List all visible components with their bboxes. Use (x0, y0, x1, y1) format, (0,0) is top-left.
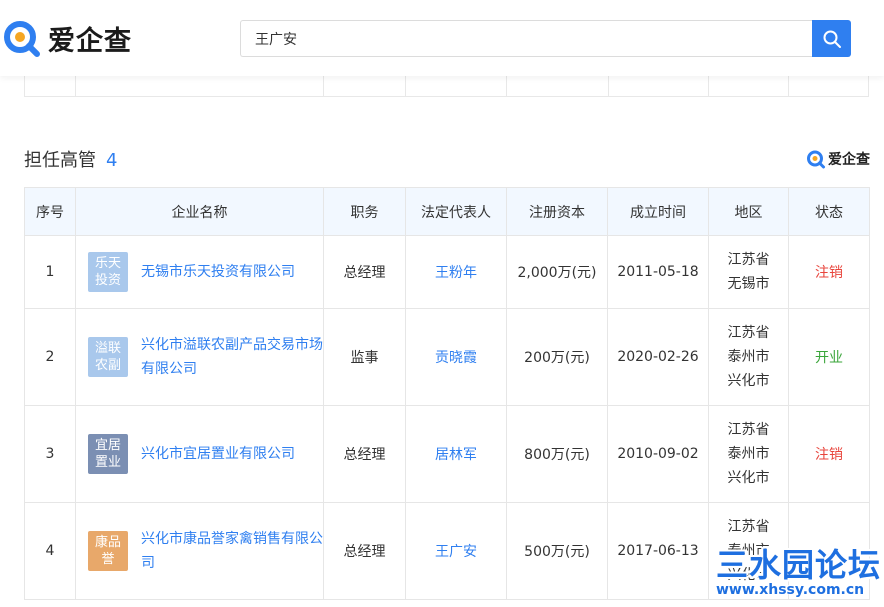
top-header: 爱企查 (0, 0, 884, 76)
site-logo[interactable]: 爱企查 (2, 17, 132, 59)
header-index: 序号 (24, 187, 76, 236)
position: 总经理 (323, 502, 406, 600)
position: 总经理 (323, 405, 406, 503)
legal-rep-link[interactable]: 居林军 (435, 447, 477, 463)
logo-text: 爱企查 (48, 25, 132, 57)
founded-date: 2011-05-18 (607, 235, 709, 309)
company-cell: 康品誉 兴化市康品誉家禽销售有限公司 (75, 502, 324, 600)
company-link[interactable]: 兴化市宜居置业有限公司 (141, 442, 295, 466)
company-link[interactable]: 兴化市溢联农副产品交易市场有限公司 (141, 333, 323, 381)
section-title: 担任高管 4 (24, 146, 117, 172)
row-index: 3 (24, 405, 76, 503)
legal-rep-link[interactable]: 王粉年 (435, 265, 477, 281)
region-province: 江苏省 (727, 422, 770, 438)
company-logo: 溢联农副 (88, 337, 128, 377)
legal-rep-link[interactable]: 王广安 (435, 544, 477, 560)
brand-mark: 爱企查 (806, 149, 870, 169)
search-button[interactable] (812, 20, 851, 57)
region-city: 无锡市 (727, 276, 770, 292)
search-icon (823, 30, 841, 48)
founded-date: 2017-06-13 (607, 502, 709, 600)
table-row: 1 乐天投资 无锡市乐天投资有限公司 总经理 王粉年 2,000万(元) 201… (24, 235, 870, 309)
section-title-text: 担任高管 (24, 150, 96, 171)
region-province: 江苏省 (727, 519, 770, 535)
region-county: 兴化市 (727, 373, 770, 389)
row-index: 2 (24, 308, 76, 406)
table-header-row: 序号 企业名称 职务 法定代表人 注册资本 成立时间 地区 状态 (24, 187, 870, 236)
region-city: 泰州市 (727, 349, 770, 365)
company-cell: 溢联农副 兴化市溢联农副产品交易市场有限公司 (75, 308, 324, 406)
status-badge: 开业 (815, 350, 843, 366)
section-count: 4 (106, 150, 118, 171)
header-status: 状态 (788, 187, 870, 236)
search-input[interactable] (241, 21, 812, 56)
capital: 2,000万(元) (506, 235, 608, 309)
watermark-url: www.xhssy.com.cn (716, 582, 865, 598)
founded-date: 2020-02-26 (607, 308, 709, 406)
company-link[interactable]: 兴化市康品誉家禽销售有限公司 (141, 527, 323, 575)
capital: 200万(元) (506, 308, 608, 406)
header-capital: 注册资本 (506, 187, 608, 236)
region: 江苏省 泰州市 兴化市 (708, 405, 789, 503)
region-province: 江苏省 (727, 252, 770, 268)
watermark-main: 三水园论坛 (716, 546, 882, 584)
status-badge: 注销 (815, 265, 843, 281)
region-city: 泰州市 (727, 446, 770, 462)
region: 江苏省 泰州市 兴化市 (708, 308, 789, 406)
company-link[interactable]: 无锡市乐天投资有限公司 (141, 260, 295, 284)
header-founded: 成立时间 (607, 187, 709, 236)
region: 江苏省 无锡市 (708, 235, 789, 309)
table-row: 3 宜居置业 兴化市宜居置业有限公司 总经理 居林军 800万(元) 2010-… (24, 405, 870, 503)
company-logo: 宜居置业 (88, 434, 128, 474)
position: 监事 (323, 308, 406, 406)
capital: 500万(元) (506, 502, 608, 600)
executive-table: 序号 企业名称 职务 法定代表人 注册资本 成立时间 地区 状态 1 乐天投资 … (24, 187, 870, 600)
header-position: 职务 (323, 187, 406, 236)
header-region: 地区 (708, 187, 789, 236)
region-county: 兴化市 (727, 470, 770, 486)
header-legal-rep: 法定代表人 (405, 187, 507, 236)
table-row: 2 溢联农副 兴化市溢联农副产品交易市场有限公司 监事 贡晓霞 200万(元) … (24, 308, 870, 406)
founded-date: 2010-09-02 (607, 405, 709, 503)
aiqicha-small-logo-icon (807, 150, 825, 169)
brand-text: 爱企查 (828, 152, 870, 168)
search-box (240, 20, 812, 57)
header-company: 企业名称 (75, 187, 324, 236)
region-province: 江苏省 (727, 325, 770, 341)
legal-rep-link[interactable]: 贡晓霞 (435, 350, 477, 366)
company-cell: 宜居置业 兴化市宜居置业有限公司 (75, 405, 324, 503)
company-logo: 康品誉 (88, 531, 128, 571)
company-logo: 乐天投资 (88, 252, 128, 292)
company-cell: 乐天投资 无锡市乐天投资有限公司 (75, 235, 324, 309)
aiqicha-logo-icon (2, 18, 42, 58)
watermark: 三水园论坛 www.xhssy.com.cn (712, 540, 884, 607)
status-badge: 注销 (815, 447, 843, 463)
position: 总经理 (323, 235, 406, 309)
capital: 800万(元) (506, 405, 608, 503)
row-index: 4 (24, 502, 76, 600)
row-index: 1 (24, 235, 76, 309)
